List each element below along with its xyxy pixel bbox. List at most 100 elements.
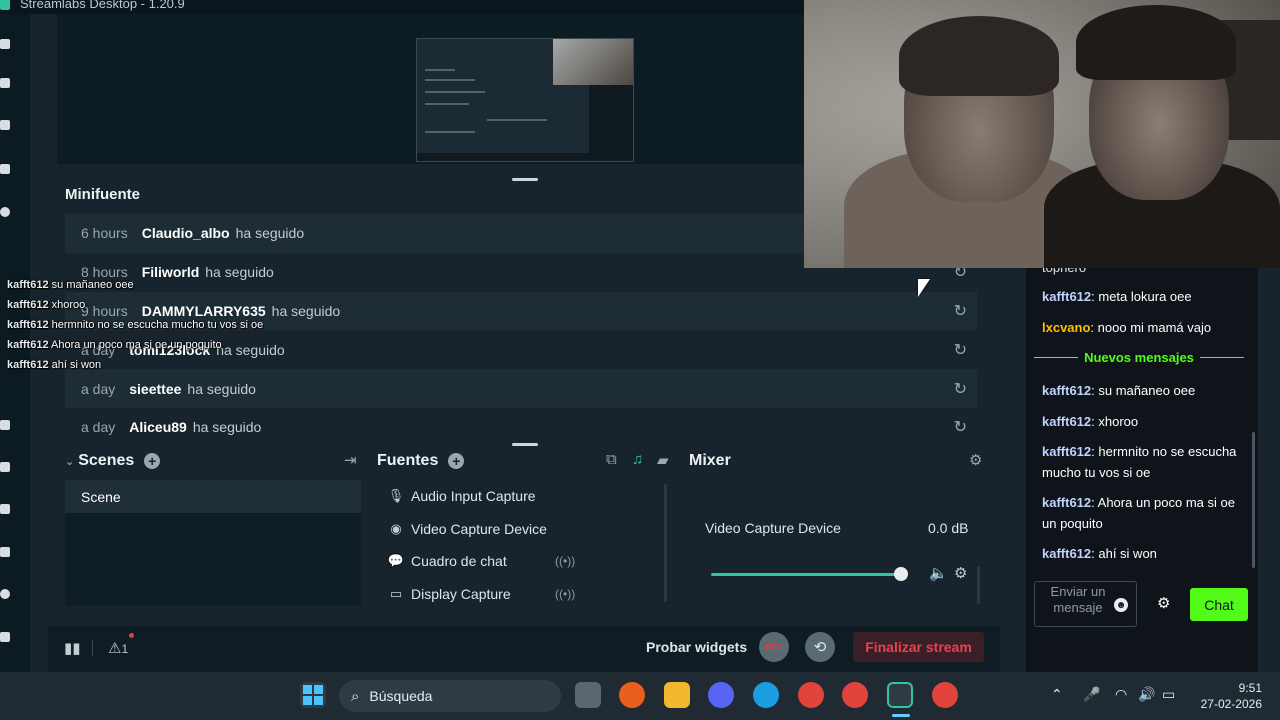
source-audio-icon[interactable]: ♫ bbox=[632, 451, 643, 468]
replay-alert-icon[interactable]: ↻ bbox=[954, 301, 967, 321]
sources-header: Fuentes + bbox=[377, 450, 465, 472]
alerts-warning-icon[interactable]: ⚠1 bbox=[108, 639, 128, 657]
streamlabs-taskbar-icon[interactable] bbox=[887, 682, 913, 708]
nav-profile-icon[interactable] bbox=[0, 632, 10, 642]
battery-icon[interactable]: ▭ bbox=[1162, 686, 1175, 703]
chat-message: kafft612: su mañaneo oee bbox=[1042, 383, 1196, 398]
source-item[interactable]: ◉ Video Capture Device bbox=[377, 513, 673, 546]
nav-layout-icon[interactable] bbox=[0, 164, 10, 174]
mixer-panel: Video Capture Device 0.0 dB 🔈 ⚙ bbox=[689, 480, 979, 606]
overlay-chat-line: kafft612 xhoroo bbox=[7, 299, 86, 311]
chat-settings-gear-icon[interactable]: ⚙ bbox=[1157, 594, 1170, 612]
volume-slider-handle[interactable] bbox=[894, 567, 908, 581]
speaker-icon[interactable]: 🔊 bbox=[1138, 686, 1155, 703]
streamlabs-logo-icon bbox=[0, 0, 10, 10]
collapse-chevron-icon[interactable]: ⌄ bbox=[65, 455, 74, 468]
nav-themes-icon[interactable] bbox=[0, 78, 10, 88]
active-app-indicator bbox=[892, 714, 910, 717]
add-source-button[interactable]: + bbox=[448, 453, 465, 469]
overlay-chat-line: kafft612 ahí si won bbox=[7, 359, 102, 371]
replay-alert-icon[interactable]: ↻ bbox=[954, 379, 967, 399]
chat-messages: topnero kafft612: meta lokura oee lxcvan… bbox=[1026, 260, 1258, 672]
alerts-count: 1 bbox=[121, 642, 129, 656]
replay-buffer-button[interactable]: ⟲ bbox=[805, 632, 835, 662]
chat-send-button[interactable]: Chat bbox=[1190, 588, 1248, 621]
mixer-source-gear-icon[interactable]: ⚙ bbox=[954, 564, 967, 582]
webcam-icon: ◉ bbox=[390, 520, 402, 536]
record-button[interactable]: REC bbox=[759, 632, 789, 662]
search-icon: ⌕ bbox=[351, 687, 360, 705]
chrome-icon[interactable] bbox=[798, 682, 824, 708]
window-title: Streamlabs Desktop - 1.20.9 bbox=[20, 0, 185, 11]
mixer-settings-gear-icon[interactable]: ⚙ bbox=[969, 451, 982, 469]
volume-slider-track[interactable] bbox=[711, 573, 903, 576]
emoji-picker-icon[interactable]: ☻ bbox=[1114, 598, 1128, 612]
edge-icon[interactable] bbox=[753, 682, 779, 708]
nav-app-icon-3[interactable] bbox=[0, 504, 10, 514]
chrome-profile-icon[interactable] bbox=[932, 682, 958, 708]
event-username[interactable]: Aliceu89 bbox=[129, 419, 187, 435]
microphone-tray-icon[interactable]: 🎤 bbox=[1083, 686, 1100, 703]
monitor-icon: ▭ bbox=[389, 586, 403, 602]
file-explorer-icon[interactable] bbox=[664, 682, 690, 708]
show-hidden-icons-icon[interactable]: ⌃ bbox=[1051, 686, 1063, 703]
task-view-icon[interactable] bbox=[575, 682, 601, 708]
preview-screen-capture bbox=[416, 38, 634, 162]
mixer-level: 0.0 dB bbox=[928, 520, 969, 536]
mixer-scrollbar[interactable] bbox=[977, 566, 980, 604]
source-group-icon[interactable]: ⧉ bbox=[606, 451, 617, 468]
nav-app-icon-2[interactable] bbox=[0, 462, 10, 472]
preview-resize-handle[interactable] bbox=[512, 178, 538, 181]
scene-transitions-icon[interactable]: ⇥ bbox=[344, 451, 357, 469]
events-panel-title: Minifuente bbox=[65, 186, 140, 203]
performance-stats-icon[interactable]: ▮▮ bbox=[64, 639, 81, 657]
replay-alert-icon[interactable]: ↻ bbox=[954, 417, 967, 436]
chrome-profile-icon[interactable] bbox=[842, 682, 868, 708]
volume-icon[interactable]: 🔈 bbox=[929, 564, 948, 582]
test-widgets-button[interactable]: Probar widgets bbox=[646, 639, 747, 655]
windows-start-icon[interactable] bbox=[300, 682, 326, 708]
clock-date: 27-02-2026 bbox=[1200, 697, 1262, 711]
chat-message: kafft612: xhoroo bbox=[1042, 414, 1139, 429]
wifi-icon[interactable]: ◠ bbox=[1115, 686, 1127, 703]
chat-message: kafft612: hermnito no se escucha mucho t… bbox=[1042, 444, 1237, 480]
taskbar-search[interactable]: ⌕ Búsqueda bbox=[339, 680, 561, 712]
dock-resize-handle[interactable] bbox=[512, 443, 538, 446]
add-folder-icon[interactable]: ▰ bbox=[657, 451, 669, 469]
nav-store-icon[interactable] bbox=[0, 120, 10, 130]
mouse-cursor-icon bbox=[918, 279, 930, 297]
preview-chat-thumbnail bbox=[589, 85, 633, 161]
nav-app-icon-1[interactable] bbox=[0, 420, 10, 430]
nav-play-icon[interactable] bbox=[0, 207, 10, 217]
end-stream-button[interactable]: Finalizar stream bbox=[853, 632, 984, 662]
nav-settings-icon[interactable] bbox=[0, 589, 10, 599]
window-titlebar: Streamlabs Desktop - 1.20.9 bbox=[0, 0, 804, 14]
chat-message-input[interactable]: Enviar un mensaje ☻ bbox=[1034, 581, 1137, 627]
clock-time: 9:51 bbox=[1238, 681, 1262, 695]
chat-scrollbar[interactable] bbox=[1252, 432, 1255, 568]
chat-message: lxcvano: nooo mi mamá vajo bbox=[1042, 320, 1212, 335]
replay-alert-icon[interactable]: ↻ bbox=[954, 340, 967, 360]
sources-scrollbar[interactable] bbox=[664, 484, 667, 602]
broadcast-icon: ((•)) bbox=[555, 587, 576, 602]
event-username[interactable]: sieettee bbox=[129, 381, 181, 397]
add-scene-button[interactable]: + bbox=[144, 453, 161, 469]
nav-app-icon-4[interactable] bbox=[0, 547, 10, 557]
taskbar-clock[interactable]: 9:51 27-02-2026 bbox=[1200, 680, 1262, 712]
scene-item[interactable]: Scene bbox=[65, 480, 361, 513]
sources-list: 🎙 Audio Input Capture ◉ Video Capture De… bbox=[377, 480, 673, 606]
scenes-title: Scenes bbox=[78, 452, 135, 469]
microphone-icon: 🎙 bbox=[387, 488, 405, 504]
source-item[interactable]: ▭ Display Capture ((•)) bbox=[377, 578, 673, 611]
mixer-source-name: Video Capture Device bbox=[705, 520, 841, 536]
mixer-header: Mixer bbox=[689, 450, 731, 472]
firefox-icon[interactable] bbox=[619, 682, 645, 708]
scenes-list: Scene bbox=[65, 480, 361, 606]
nav-editor-icon[interactable] bbox=[0, 39, 10, 49]
source-item[interactable]: 🎙 Audio Input Capture bbox=[377, 480, 673, 513]
alert-indicator-dot bbox=[129, 633, 134, 638]
webcam-feed bbox=[804, 0, 1280, 268]
source-item[interactable]: 💬 Cuadro de chat ((•)) bbox=[377, 545, 673, 578]
discord-icon[interactable] bbox=[708, 682, 734, 708]
event-username[interactable]: Claudio_albo bbox=[142, 225, 230, 241]
